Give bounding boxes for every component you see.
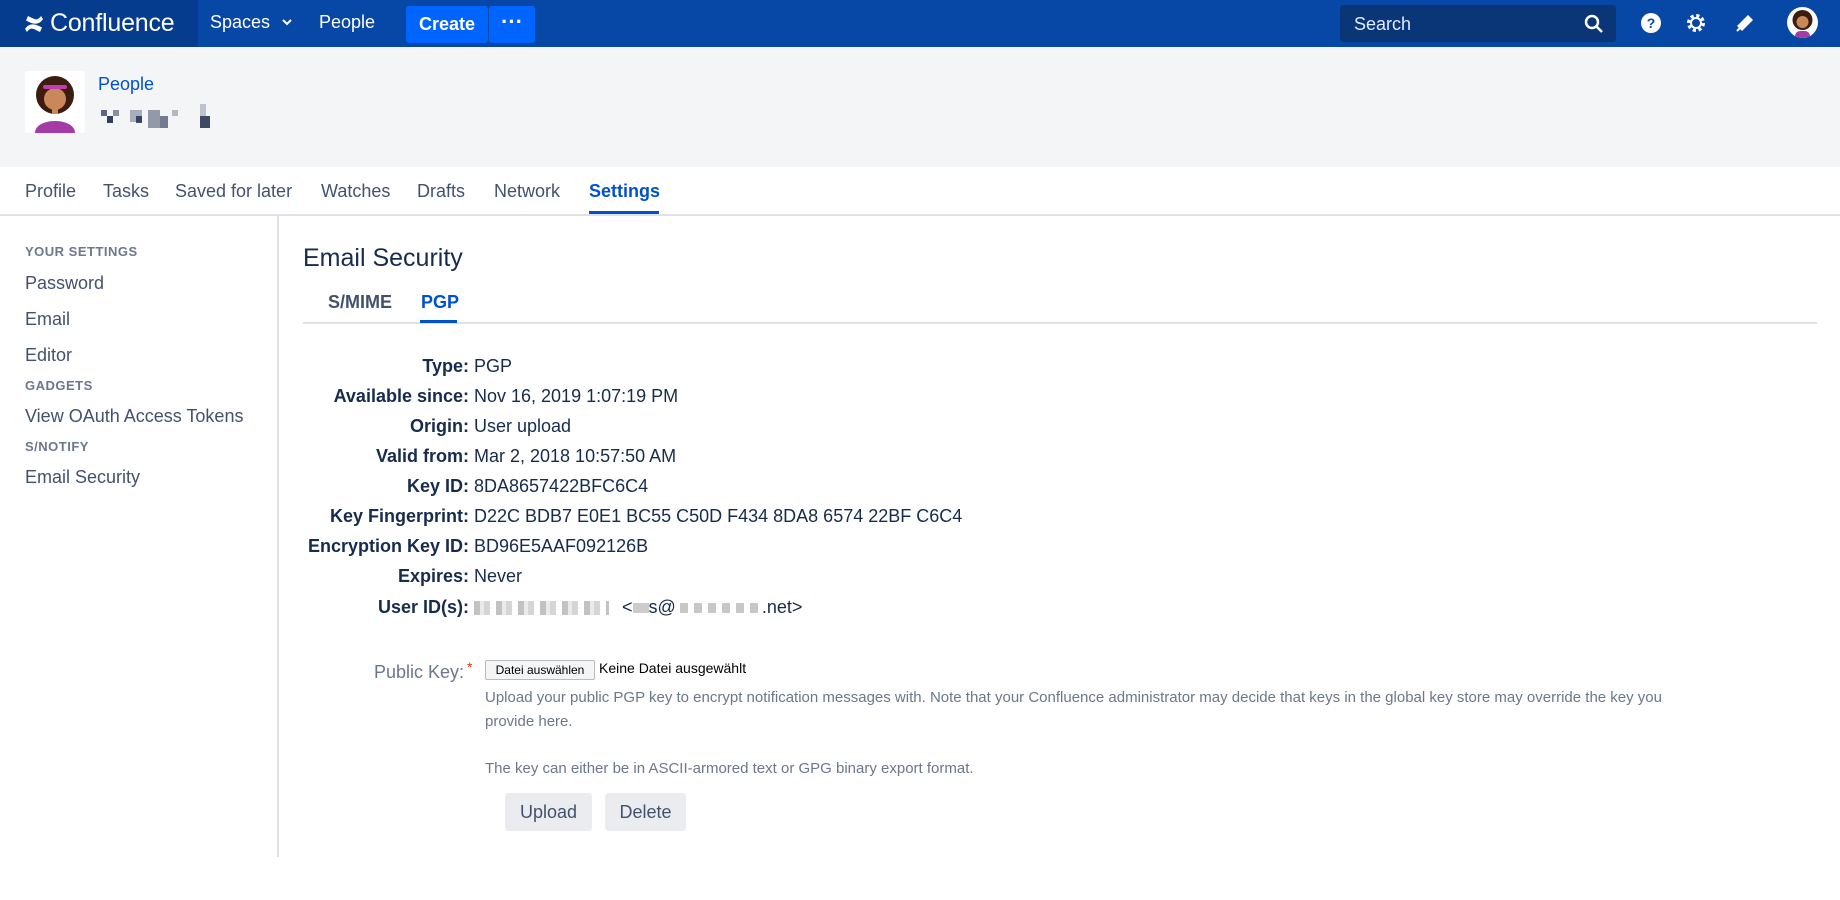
product-name: Confluence (50, 9, 175, 37)
user-id-close: .net> (761, 597, 803, 617)
top-navigation-bar: Confluence Spaces People Create ··· ? (0, 0, 1840, 47)
field-value: BD96E5AAF092126B (474, 536, 649, 556)
field-label: Encryption Key ID: (307, 536, 469, 556)
confluence-logo[interactable]: Confluence (0, 0, 198, 47)
active-tab-indicator (589, 211, 659, 214)
tab-settings[interactable]: Settings (589, 181, 660, 202)
field-type: Type: PGP (0, 356, 1200, 386)
sidebar-item-email[interactable]: Email (25, 309, 70, 330)
field-value: User upload (474, 416, 572, 436)
active-subtab-indicator (420, 320, 457, 323)
field-value: Mar 2, 2018 10:57:50 AM (474, 446, 677, 466)
field-value: 8DA8657422BFC6C4 (474, 476, 649, 496)
spaces-menu[interactable]: Spaces (210, 0, 293, 47)
field-value: < s@ .net> (474, 597, 802, 618)
field-value: PGP (474, 356, 513, 376)
create-more-button[interactable]: ··· (489, 6, 535, 43)
subtab-divider (303, 322, 1817, 324)
field-valid-from: Valid from: Mar 2, 2018 10:57:50 AM (0, 446, 1200, 476)
field-label: Key Fingerprint: (329, 506, 469, 526)
sidebar-item-password[interactable]: Password (25, 273, 104, 294)
field-key-fingerprint: Key Fingerprint: D22C BDB7 E0E1 BC55 C50… (0, 506, 1200, 536)
field-label: Valid from: (375, 446, 469, 466)
upload-button[interactable]: Upload (505, 793, 592, 831)
field-value: Nov 16, 2019 1:07:19 PM (474, 386, 679, 406)
field-value: Never (474, 566, 523, 586)
redacted-email-domain (679, 603, 758, 614)
tab-drafts[interactable]: Drafts (417, 181, 465, 202)
help-line: provide here. (485, 713, 573, 730)
search-icon[interactable] (1584, 14, 1604, 34)
choose-file-button[interactable]: Datei auswählen (485, 660, 595, 680)
profile-tabs: Profile Tasks Saved for later Watches Dr… (0, 167, 1840, 216)
tab-saved-for-later[interactable]: Saved for later (175, 181, 292, 202)
create-button[interactable]: Create (406, 6, 488, 43)
field-available-since: Available since: Nov 16, 2019 1:07:19 PM (0, 386, 1200, 416)
help-icon[interactable]: ? (1640, 12, 1662, 34)
search-box[interactable] (1340, 5, 1616, 44)
tab-profile[interactable]: Profile (25, 181, 76, 202)
field-expires: Expires: Never (0, 566, 1200, 596)
field-key-id: Key ID: 8DA8657422BFC6C4 (0, 476, 1200, 506)
tab-network[interactable]: Network (494, 181, 560, 202)
people-link[interactable]: People (319, 0, 375, 47)
field-label: Type: (422, 356, 469, 376)
profile-header (0, 47, 1840, 167)
field-label: User ID(s): (377, 597, 469, 617)
help-text-format: The key can either be in ASCII-armored t… (485, 760, 974, 777)
megaphone-icon[interactable] (1734, 12, 1756, 34)
help-line: Upload your public PGP key to encrypt no… (485, 689, 1662, 706)
field-origin: Origin: User upload (0, 416, 1200, 446)
field-label: Origin: (410, 416, 469, 436)
field-value: D22C BDB7 E0E1 BC55 C50D F434 8DA8 6574 … (474, 506, 963, 526)
spaces-label: Spaces (210, 12, 271, 32)
delete-button[interactable]: Delete (605, 793, 686, 831)
breadcrumb-people[interactable]: People (98, 74, 154, 95)
chevron-down-icon (282, 19, 292, 26)
tab-watches[interactable]: Watches (321, 181, 390, 202)
user-id-mid: s@ (648, 597, 676, 617)
field-label: Available since: (333, 386, 469, 406)
help-text-upload: Upload your public PGP key to encrypt no… (485, 686, 1662, 734)
search-input[interactable] (1352, 5, 1576, 44)
subtab-smime[interactable]: S/MIME (328, 292, 392, 313)
avatar[interactable] (1787, 7, 1818, 38)
page-title: Email Security (303, 244, 463, 272)
file-status: Keine Datei ausgewählt (599, 660, 747, 676)
profile-avatar (25, 71, 85, 133)
gear-icon[interactable] (1685, 12, 1707, 34)
tab-tasks[interactable]: Tasks (103, 181, 149, 202)
field-encryption-key-id: Encryption Key ID: BD96E5AAF092126B (0, 536, 1200, 566)
field-user-ids: User ID(s): < s@ .net> (0, 597, 1200, 627)
subtab-pgp[interactable]: PGP (421, 292, 459, 313)
field-label: Expires: (397, 566, 469, 586)
redacted-email-local (632, 603, 649, 614)
field-label: Key ID: (406, 476, 469, 496)
sidebar-heading-your-settings: YOUR SETTINGS (25, 244, 138, 259)
public-key-label: Public Key: (374, 662, 465, 682)
redacted-user-name (474, 601, 609, 616)
svg-text:?: ? (1647, 15, 1656, 31)
required-marker: * (467, 659, 473, 675)
user-id-open: < (622, 597, 633, 617)
confluence-logo-icon (25, 15, 43, 32)
